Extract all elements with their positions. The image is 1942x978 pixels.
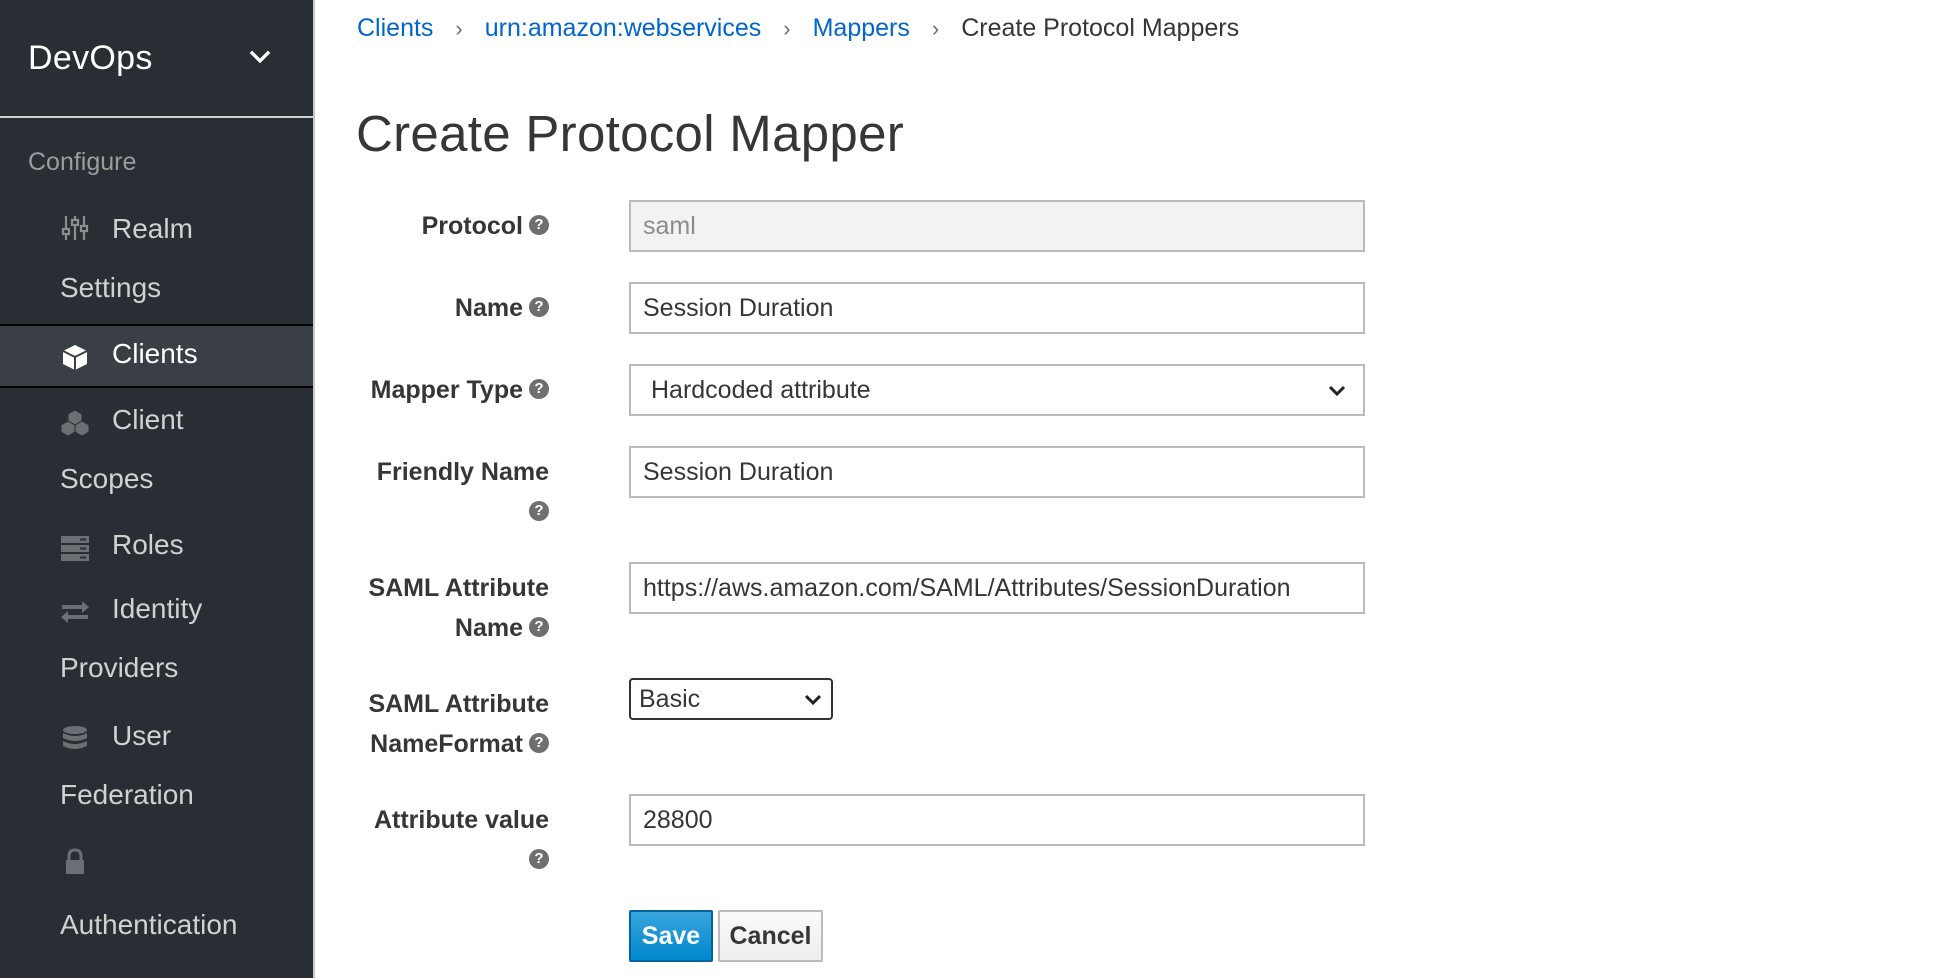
sidebar-item-label-2: Providers bbox=[60, 652, 179, 683]
help-icon[interactable]: ? bbox=[529, 849, 549, 870]
chevron-down-icon bbox=[1328, 385, 1346, 397]
protocol-field: saml bbox=[629, 200, 1365, 252]
chevron-down-icon bbox=[804, 694, 822, 706]
page-title: Create Protocol Mapper bbox=[356, 105, 905, 162]
save-button[interactable]: Save bbox=[629, 910, 713, 962]
protocol-label-text: Protocol bbox=[421, 212, 523, 240]
mapper-type-value: Hardcoded attribute bbox=[651, 376, 871, 404]
database-icon bbox=[63, 726, 87, 749]
sidebar-item-realm-settings[interactable]: Realm Settings bbox=[0, 201, 313, 324]
attribute-value-label-text: Attribute value bbox=[373, 806, 549, 834]
server-icon bbox=[61, 536, 89, 561]
breadcrumb-separator: › bbox=[455, 15, 463, 41]
help-icon[interactable]: ? bbox=[529, 297, 549, 318]
sidebar-item-label: Roles bbox=[112, 529, 184, 560]
name-label-text: Name bbox=[454, 294, 523, 322]
sidebar-item-label-2: Scopes bbox=[60, 463, 154, 494]
friendly-name-label-text: Friendly Name bbox=[376, 458, 549, 486]
exchange-icon bbox=[61, 601, 89, 623]
sidebar-item-label-2: Settings bbox=[60, 272, 162, 303]
sidebar-item-label-2: Federation bbox=[60, 779, 194, 810]
breadcrumb-separator: › bbox=[783, 15, 791, 41]
saml-attribute-name-input[interactable]: https://aws.amazon.com/SAML/Attributes/S… bbox=[629, 562, 1365, 614]
sidebar-item-label: Authentication bbox=[60, 909, 238, 940]
sidebar-item-roles[interactable]: Roles bbox=[0, 515, 313, 579]
saml-attribute-nameformat-label-line1: SAML Attribute bbox=[368, 690, 549, 718]
saml-attribute-name-label-line2: Name bbox=[454, 614, 523, 642]
sidebar-item-client-scopes[interactable]: Client Scopes bbox=[0, 388, 313, 515]
help-icon[interactable]: ? bbox=[529, 215, 549, 236]
chevron-down-icon bbox=[249, 50, 271, 64]
protocol-label: Protocol? bbox=[422, 206, 549, 246]
help-icon[interactable]: ? bbox=[529, 379, 549, 400]
breadcrumb-separator: › bbox=[931, 15, 940, 41]
breadcrumb: Clients › urn:amazon:webservices › Mappe… bbox=[357, 14, 1239, 43]
sidebar-item-label: Realm bbox=[112, 213, 193, 244]
saml-attribute-name-label-line1: SAML Attribute bbox=[368, 574, 549, 602]
breadcrumb-client[interactable]: urn:amazon:webservices bbox=[485, 14, 762, 43]
cancel-button[interactable]: Cancel bbox=[718, 910, 823, 962]
help-icon[interactable]: ? bbox=[529, 733, 549, 754]
breadcrumb-current: Create Protocol Mappers bbox=[961, 14, 1240, 42]
name-label: Name? bbox=[455, 288, 549, 328]
section-label-configure: Configure bbox=[28, 148, 137, 176]
main-content: Clients › urn:amazon:webservices › Mappe… bbox=[313, 0, 1942, 978]
sidebar-item-label: User bbox=[112, 720, 172, 751]
sidebar-item-clients[interactable]: Clients bbox=[0, 324, 313, 388]
saml-attribute-nameformat-select[interactable]: Basic bbox=[629, 678, 833, 720]
friendly-name-input[interactable]: Session Duration bbox=[629, 446, 1365, 498]
breadcrumb-mappers[interactable]: Mappers bbox=[813, 14, 910, 43]
sliders-icon bbox=[61, 216, 89, 240]
sidebar-item-label: Identity bbox=[112, 593, 203, 624]
sidebar-item-authentication[interactable]: Authentication bbox=[0, 831, 313, 961]
attribute-value-label: Attribute value ? bbox=[374, 800, 549, 880]
sidebar-item-label: Clients bbox=[112, 338, 198, 369]
name-input[interactable]: Session Duration bbox=[629, 282, 1365, 334]
lock-icon bbox=[66, 848, 84, 874]
saml-attribute-nameformat-label-line2: NameFormat bbox=[370, 730, 523, 758]
sidebar-item-user-federation[interactable]: User Federation bbox=[0, 706, 313, 831]
saml-attribute-nameformat-label: SAML Attribute NameFormat? bbox=[368, 684, 549, 764]
friendly-name-label: Friendly Name ? bbox=[377, 452, 549, 532]
mapper-type-label: Mapper Type? bbox=[371, 370, 549, 410]
sidebar: DevOps Configure Realm Settings Clients bbox=[0, 0, 313, 978]
mapper-type-label-text: Mapper Type bbox=[370, 376, 523, 404]
realm-selector[interactable]: DevOps bbox=[0, 0, 313, 118]
saml-attribute-nameformat-value: Basic bbox=[639, 685, 701, 713]
mapper-type-select[interactable]: Hardcoded attribute bbox=[629, 364, 1365, 416]
sidebar-item-label: Client bbox=[112, 404, 184, 435]
help-icon[interactable]: ? bbox=[529, 501, 549, 522]
help-icon[interactable]: ? bbox=[529, 617, 549, 638]
cube-icon bbox=[62, 345, 88, 370]
saml-attribute-name-label: SAML Attribute Name? bbox=[368, 568, 549, 648]
attribute-value-input[interactable]: 28800 bbox=[629, 794, 1365, 846]
breadcrumb-clients[interactable]: Clients bbox=[357, 14, 433, 43]
sidebar-item-identity-providers[interactable]: Identity Providers bbox=[0, 579, 313, 706]
realm-name: DevOps bbox=[28, 38, 153, 77]
cubes-icon bbox=[60, 409, 90, 437]
